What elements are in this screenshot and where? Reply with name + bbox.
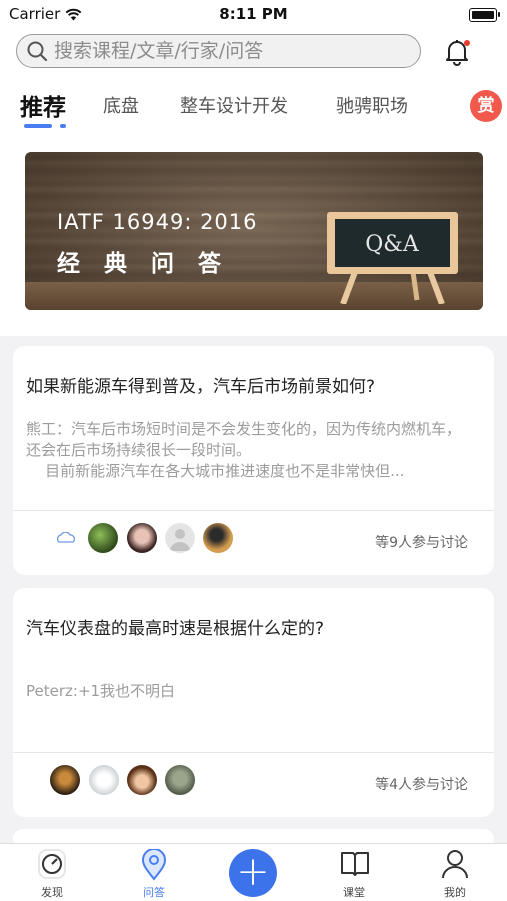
avatar[interactable] — [89, 765, 119, 795]
search-icon — [27, 41, 48, 62]
category-tabs: 推荐 底盘 整车设计开发 驰骋职场 — [0, 86, 507, 126]
answer-preview: Peterz:+1我也不明白 — [26, 682, 176, 700]
answer-preview: 熊工：汽车后市场短时间是不会发生变化的，因为传统内燃机车，还会在后市场持续很长一… — [26, 420, 462, 480]
tab-classroom-label: 课堂 — [343, 886, 365, 899]
avatar[interactable] — [165, 523, 195, 553]
tab-discover[interactable]: 发现 — [22, 844, 82, 901]
header-area: 推荐 底盘 整车设计开发 驰骋职场 赏 IATF 16949: 2016 经典问… — [0, 28, 507, 336]
participant-count[interactable]: 等9人参与讨论 — [375, 532, 468, 552]
default-user-icon — [170, 529, 190, 551]
tab-qa-label: 问答 — [143, 886, 165, 899]
cloud-icon — [56, 532, 75, 543]
search-input[interactable] — [54, 40, 394, 62]
tab-vehicle-design[interactable]: 整车设计开发 — [180, 92, 288, 118]
tab-chassis[interactable]: 底盘 — [103, 92, 139, 118]
question-title[interactable]: 如果新能源车得到普及，汽车后市场前景如何? — [26, 372, 375, 397]
tab-career[interactable]: 驰骋职场 — [336, 92, 408, 118]
active-tab-indicator — [24, 124, 52, 128]
banner-subtitle: 经典问答 — [57, 251, 245, 277]
card-divider — [13, 752, 494, 753]
clock: 8:11 PM — [219, 5, 288, 23]
tab-classroom[interactable]: 课堂 — [324, 844, 384, 901]
participant-count[interactable]: 等4人参与讨论 — [375, 774, 468, 794]
banner-board-text: Q&A — [365, 232, 420, 257]
question-title[interactable]: 汽车仪表盘的最高时速是根据什么定的? — [26, 614, 324, 639]
notification-dot — [464, 40, 470, 46]
tab-mine[interactable]: 我的 — [425, 844, 485, 901]
tab-recommend[interactable]: 推荐 — [20, 88, 66, 122]
avatar[interactable] — [203, 523, 233, 553]
avatar[interactable] — [127, 765, 157, 795]
book-icon — [341, 852, 369, 876]
question-card[interactable]: 汽车仪表盘的最高时速是根据什么定的? Peterz:+1我也不明白 等4人参与讨… — [13, 588, 494, 817]
notification-button[interactable] — [444, 38, 470, 66]
chalkboard-easel-icon: Q&A — [327, 212, 458, 304]
card-divider — [13, 510, 494, 511]
active-tab-indicator-dot — [60, 124, 66, 128]
reward-button[interactable]: 赏 — [470, 90, 502, 122]
banner-title: IATF 16949: 2016 — [57, 210, 258, 234]
avatar[interactable] — [88, 523, 118, 553]
promo-banner[interactable]: IATF 16949: 2016 经典问答 Q&A — [25, 152, 483, 310]
question-card[interactable]: 如果新能源车得到普及，汽车后市场前景如何? 熊工：汽车后市场短时间是不会发生变化… — [13, 346, 494, 575]
avatar[interactable] — [127, 523, 157, 553]
location-pin-icon — [141, 849, 167, 881]
avatar[interactable] — [165, 765, 195, 795]
search-bar[interactable] — [16, 34, 421, 68]
tab-mine-label: 我的 — [444, 886, 466, 899]
user-icon — [442, 850, 468, 879]
compass-icon — [38, 849, 66, 879]
status-bar: Carrier 8:11 PM — [0, 0, 507, 28]
tab-discover-label: 发现 — [41, 886, 63, 899]
battery-icon — [469, 8, 500, 22]
avatar[interactable] — [50, 765, 80, 795]
add-button[interactable]: + — [229, 849, 277, 897]
tab-qa[interactable]: 问答 — [124, 844, 184, 901]
